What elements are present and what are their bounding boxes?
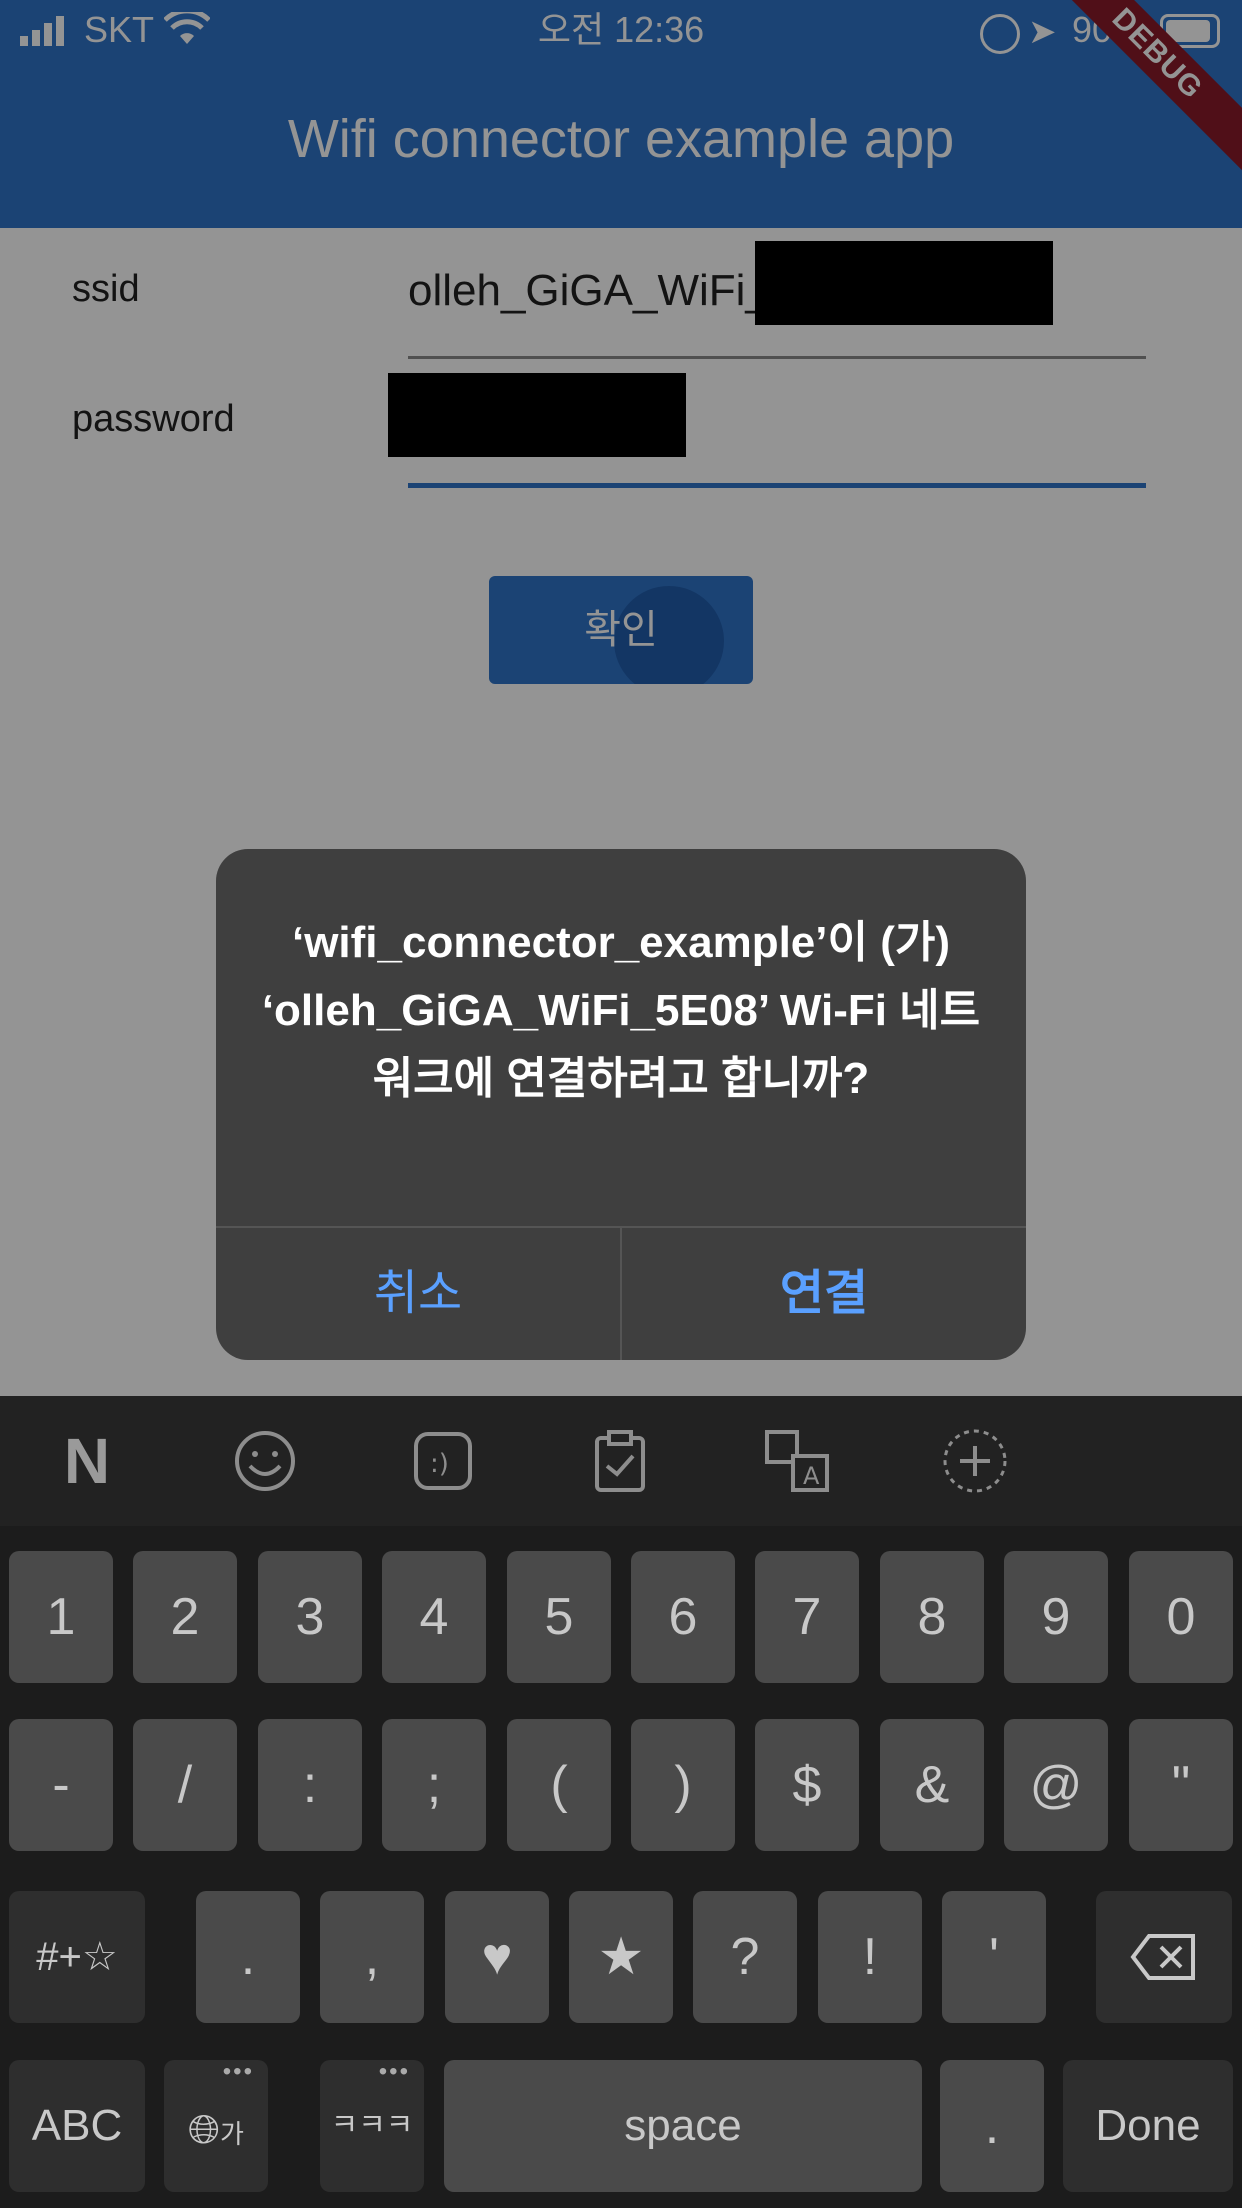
key-symbol[interactable]: ★ <box>569 1891 673 2023</box>
key-symbol[interactable]: $ <box>755 1719 859 1851</box>
translate-icon[interactable]: A <box>763 1426 833 1496</box>
key-4[interactable]: 4 <box>382 1551 486 1683</box>
wifi-connect-alert: ‘wifi_connector_example’이 (가) ‘olleh_GiG… <box>216 849 1026 1360</box>
emoji-icon[interactable] <box>230 1426 300 1496</box>
keyboard: N :) A 1 2 3 4 5 6 7 8 9 0 - /:;() $ & @ " #+☆., ♥ ★?! ' ABC… <box>0 1396 1242 2208</box>
key-symbol[interactable]: ? <box>693 1891 797 2023</box>
key-symbol[interactable]: ) <box>631 1719 735 1851</box>
connect-button[interactable]: 연결 <box>622 1228 1026 1360</box>
key-6[interactable]: 6 <box>631 1551 735 1683</box>
key-3[interactable]: 3 <box>258 1551 362 1683</box>
key-symbol[interactable]: ! <box>818 1891 922 2023</box>
add-icon[interactable] <box>940 1426 1010 1496</box>
abc-key[interactable]: ABC <box>9 2060 145 2192</box>
naver-n-icon[interactable]: N <box>52 1426 122 1496</box>
key-symbol[interactable]: ( <box>507 1719 611 1851</box>
key-symbol[interactable]: ♥ <box>445 1891 549 2023</box>
cancel-button[interactable]: 취소 <box>216 1228 620 1360</box>
space-key[interactable]: space <box>444 2060 922 2192</box>
symbol-mode-key[interactable]: #+☆ <box>9 1891 145 2023</box>
svg-text::): :) <box>430 1449 449 1479</box>
keyboard-toolbar: N :) A <box>0 1396 1242 1526</box>
key-symbol[interactable]: @ <box>1004 1719 1108 1851</box>
svg-text:A: A <box>803 1462 820 1490</box>
backspace-key[interactable] <box>1096 1891 1232 2023</box>
key-1[interactable]: 1 <box>9 1551 113 1683</box>
korean-key[interactable]: ••• ㅋㅋㅋ <box>320 2060 424 2192</box>
key-2[interactable]: 2 <box>133 1551 237 1683</box>
key-8[interactable]: 8 <box>880 1551 984 1683</box>
key-symbol[interactable]: / <box>133 1719 237 1851</box>
key-7[interactable]: 7 <box>755 1551 859 1683</box>
alert-message: ‘wifi_connector_example’이 (가) ‘olleh_GiG… <box>261 918 981 1103</box>
key-symbol[interactable]: - <box>9 1719 113 1851</box>
emoticon-icon[interactable]: :) <box>408 1426 478 1496</box>
key-symbol[interactable]: , <box>320 1891 424 2023</box>
modal-scrim-top <box>0 0 1242 228</box>
key-5[interactable]: 5 <box>507 1551 611 1683</box>
key-9[interactable]: 9 <box>1004 1551 1108 1683</box>
period-key[interactable]: . <box>940 2060 1044 2192</box>
key-symbol[interactable]: & <box>880 1719 984 1851</box>
done-key[interactable]: Done <box>1063 2060 1233 2192</box>
clipboard-icon[interactable] <box>585 1426 655 1496</box>
key-symbol[interactable]: " <box>1129 1719 1233 1851</box>
key-symbol[interactable]: . <box>196 1891 300 2023</box>
key-0[interactable]: 0 <box>1129 1551 1233 1683</box>
key-symbol[interactable]: : <box>258 1719 362 1851</box>
globe-key[interactable]: ••• 🌐︎가 <box>164 2060 268 2192</box>
key-symbol[interactable]: ; <box>382 1719 486 1851</box>
key-symbol[interactable]: ' <box>942 1891 1046 2023</box>
